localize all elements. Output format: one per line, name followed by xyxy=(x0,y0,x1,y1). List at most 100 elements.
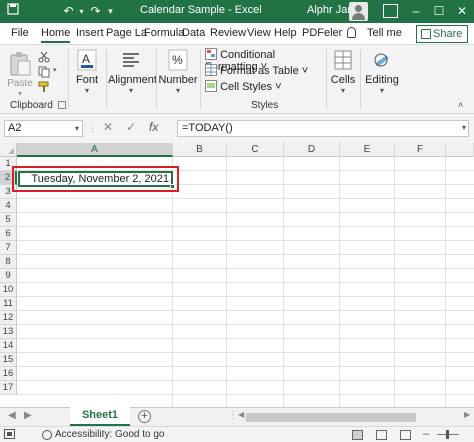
name-box[interactable]: A2 ▾ xyxy=(4,120,83,137)
paste-button[interactable]: Paste ▾ xyxy=(6,51,34,98)
tab-split-handle-icon[interactable]: ⋮ xyxy=(228,410,238,421)
gridline xyxy=(17,366,474,367)
row-header-4[interactable]: 4 xyxy=(0,199,17,213)
alignment-icon xyxy=(123,53,139,67)
gridline xyxy=(17,324,474,325)
tell-me-search[interactable]: Tell me xyxy=(367,27,402,39)
cell-styles-icon xyxy=(205,80,217,92)
tab-help[interactable]: Help xyxy=(274,27,297,39)
select-all-corner[interactable] xyxy=(0,143,17,157)
save-icon[interactable] xyxy=(4,3,21,20)
minimize-icon[interactable]: – xyxy=(405,2,427,21)
enter-icon[interactable]: ✓ xyxy=(126,120,136,134)
cells-button[interactable]: Cells ▾ xyxy=(328,49,358,97)
cell-styles-button[interactable]: Cell Styles ˅ xyxy=(205,80,323,94)
avatar[interactable] xyxy=(349,2,368,21)
cut-icon[interactable] xyxy=(38,51,50,63)
gridline xyxy=(17,226,474,227)
column-header-c[interactable]: C xyxy=(227,143,284,157)
ribbon-display-options-icon[interactable] xyxy=(383,4,398,18)
row-header-15[interactable]: 15 xyxy=(0,353,17,367)
scroll-right-icon[interactable]: ▶ xyxy=(464,410,470,419)
tab-data[interactable]: Data xyxy=(182,27,205,39)
number-dropdown-icon: ▾ xyxy=(175,86,180,95)
normal-view-icon[interactable] xyxy=(352,430,363,440)
horizontal-scrollbar-thumb[interactable] xyxy=(246,413,416,422)
tab-insert[interactable]: Insert xyxy=(76,27,104,39)
close-icon[interactable]: ✕ xyxy=(451,2,473,21)
row-header-7[interactable]: 7 xyxy=(0,241,17,255)
cancel-icon[interactable]: ✕ xyxy=(103,120,113,134)
gridline xyxy=(17,268,474,269)
next-sheet-icon[interactable]: ▶ xyxy=(24,410,32,421)
alignment-button[interactable]: Alignment ▾ xyxy=(108,49,157,97)
row-header-10[interactable]: 10 xyxy=(0,283,17,297)
prev-sheet-icon[interactable]: ◀ xyxy=(8,410,16,421)
format-as-table-button[interactable]: Format as Table ˅ xyxy=(205,64,323,78)
column-header-f[interactable]: F xyxy=(395,143,446,157)
column-header-b[interactable]: B xyxy=(173,143,227,157)
page-break-view-icon[interactable] xyxy=(400,430,411,440)
column-header-e[interactable]: E xyxy=(340,143,395,157)
column-header-d[interactable]: D xyxy=(284,143,340,157)
worksheet-grid[interactable]: A B C D E F 1 2 3 4 5 6 7 8 9 10 11 12 13 14 15 16 17 Tuesday, … xyxy=(0,143,474,407)
row-header-5[interactable]: 5 xyxy=(0,213,17,227)
alignment-dropdown-icon: ▾ xyxy=(128,86,133,95)
zoom-out-icon[interactable]: – xyxy=(423,428,429,440)
customize-qat-icon[interactable]: ▾ xyxy=(102,3,119,20)
gridline xyxy=(17,240,474,241)
conditional-formatting-button[interactable]: Conditional Formatting ˅ xyxy=(205,48,323,73)
gridline xyxy=(17,198,474,199)
tab-review[interactable]: Review xyxy=(210,27,246,39)
column-header-a[interactable]: A xyxy=(17,143,173,157)
column-header-overflow[interactable] xyxy=(446,143,474,157)
tab-home[interactable]: Home xyxy=(41,27,71,43)
row-header-11[interactable]: 11 xyxy=(0,297,17,311)
number-button[interactable]: % Number ▾ xyxy=(158,49,198,97)
user-name[interactable]: Alphr Jan xyxy=(307,4,353,16)
macro-record-icon[interactable] xyxy=(4,429,16,442)
row-header-17[interactable]: 17 xyxy=(0,381,17,395)
row-header-12[interactable]: 12 xyxy=(0,311,17,325)
gridline xyxy=(17,380,474,381)
gridline xyxy=(17,296,474,297)
row-header-16[interactable]: 16 xyxy=(0,367,17,381)
lightbulb-icon[interactable] xyxy=(347,27,356,38)
insert-function-icon[interactable]: fx xyxy=(149,120,158,134)
tab-file[interactable]: File xyxy=(11,27,29,39)
row-header-9[interactable]: 9 xyxy=(0,269,17,283)
svg-text:A: A xyxy=(82,52,90,66)
row-header-14[interactable]: 14 xyxy=(0,339,17,353)
gridline xyxy=(17,212,474,213)
tab-page-layout[interactable]: Page La xyxy=(106,27,147,39)
page-layout-view-icon[interactable] xyxy=(376,430,387,440)
editing-label: Editing xyxy=(365,74,399,86)
row-header-8[interactable]: 8 xyxy=(0,255,17,269)
row-header-6[interactable]: 6 xyxy=(0,227,17,241)
font-button[interactable]: A Font ▾ xyxy=(72,49,102,97)
tab-view[interactable]: View xyxy=(247,27,271,39)
clipboard-group-label: Clipboard xyxy=(10,100,53,111)
formula-input[interactable]: =TODAY() xyxy=(177,120,469,137)
share-button[interactable]: Share xyxy=(416,25,468,43)
cells-label: Cells xyxy=(330,74,356,86)
copy-icon[interactable] xyxy=(38,66,50,78)
accessibility-status[interactable]: Accessibility: Good to go xyxy=(55,429,165,440)
format-painter-icon[interactable] xyxy=(38,81,50,93)
tab-pdfeler[interactable]: PDFeler xyxy=(302,27,342,39)
copy-dropdown-icon[interactable]: ▾ xyxy=(53,66,57,74)
restore-icon[interactable]: ☐ xyxy=(428,2,450,21)
clipboard-launcher-icon[interactable] xyxy=(58,101,66,109)
zoom-slider-handle[interactable] xyxy=(446,430,449,439)
scroll-left-icon[interactable]: ◀ xyxy=(238,410,244,419)
sheet-tab-sheet1[interactable]: Sheet1 xyxy=(70,407,130,426)
collapse-ribbon-icon[interactable]: ˄ xyxy=(458,100,463,110)
expand-formula-bar-icon[interactable]: ▾ xyxy=(462,123,466,132)
tab-formulas[interactable]: Formula xyxy=(144,27,184,39)
accessibility-icon[interactable] xyxy=(42,430,52,440)
row-header-13[interactable]: 13 xyxy=(0,325,17,339)
add-sheet-icon[interactable]: + xyxy=(138,410,151,423)
name-box-dropdown-icon[interactable]: ▾ xyxy=(75,121,79,136)
editing-button[interactable]: Editing ▾ xyxy=(364,49,400,97)
gridline xyxy=(339,157,340,407)
